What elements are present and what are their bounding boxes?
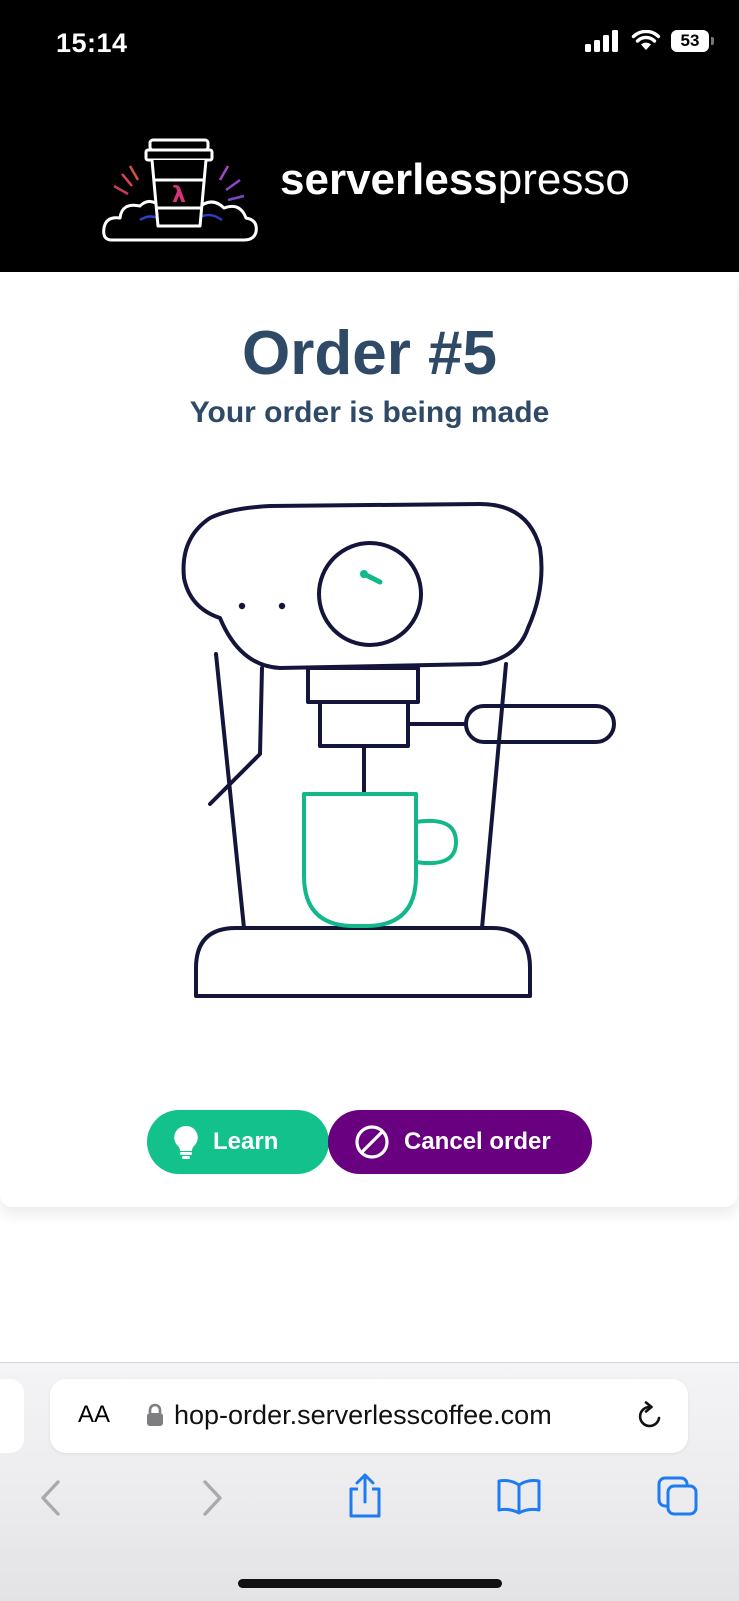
app-header: 15:14 53 λ serverlesspresso: [0, 0, 739, 272]
serverlesspresso-logo: λ serverlesspresso: [100, 136, 660, 251]
cancel-order-button[interactable]: Cancel order: [328, 1110, 592, 1174]
battery-icon: 53: [671, 30, 714, 52]
bookmarks-icon[interactable]: [496, 1477, 542, 1515]
logo-wordmark-light: presso: [497, 155, 630, 204]
status-icons: 53: [585, 30, 714, 52]
cellular-signal-icon: [585, 30, 618, 52]
url-text[interactable]: hop-order.serverlesscoffee.com: [174, 1400, 614, 1431]
reload-icon[interactable]: [636, 1401, 664, 1431]
coffee-cloud-logo-icon: λ: [102, 138, 258, 242]
browser-toolbar: AA hop-order.serverlesscoffee.com: [0, 1362, 739, 1601]
ban-icon: [355, 1125, 389, 1159]
back-icon[interactable]: [38, 1479, 64, 1517]
lock-icon: [147, 1403, 163, 1426]
order-card: Order #5 Your order is being made Learn …: [0, 272, 737, 1207]
logo-wordmark-bold: serverless: [280, 155, 498, 204]
address-bar[interactable]: AA hop-order.serverlesscoffee.com: [50, 1379, 688, 1453]
order-status: Your order is being made: [189, 396, 550, 429]
cancel-order-label: Cancel order: [404, 1128, 551, 1155]
learn-button[interactable]: Learn: [147, 1110, 329, 1174]
lambda-mark: λ: [172, 183, 186, 208]
share-icon[interactable]: [346, 1473, 384, 1519]
text-size-button[interactable]: AA: [78, 1401, 110, 1429]
order-title: Order #5: [241, 319, 498, 388]
learn-button-label: Learn: [213, 1128, 279, 1155]
home-indicator: [238, 1579, 502, 1588]
espresso-machine-illustration: [181, 502, 616, 998]
status-time: 15:14: [56, 28, 128, 58]
lightbulb-icon: [174, 1125, 198, 1159]
logo-wordmark: serverlesspresso: [280, 158, 630, 202]
battery-level: 53: [680, 31, 700, 50]
tabs-icon[interactable]: [656, 1475, 700, 1517]
previous-tab-stub[interactable]: [0, 1379, 24, 1453]
wifi-icon: [631, 30, 661, 50]
forward-icon[interactable]: [199, 1479, 225, 1517]
